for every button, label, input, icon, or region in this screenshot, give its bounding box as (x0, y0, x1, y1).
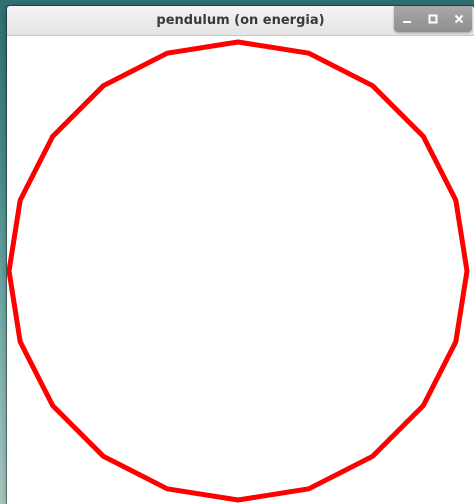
title-bar[interactable]: pendulum (on energia) (7, 6, 474, 36)
maximize-button[interactable] (420, 6, 446, 32)
red-polygon (7, 39, 470, 503)
drawing-surface (7, 39, 470, 503)
minimize-button[interactable] (394, 6, 420, 32)
minimize-icon (402, 14, 412, 24)
drawing-canvas[interactable] (7, 36, 474, 504)
close-button[interactable] (446, 6, 472, 32)
maximize-icon (428, 14, 438, 24)
app-window: pendulum (on energia) (7, 6, 474, 504)
window-controls (394, 6, 472, 32)
close-icon (454, 14, 464, 24)
